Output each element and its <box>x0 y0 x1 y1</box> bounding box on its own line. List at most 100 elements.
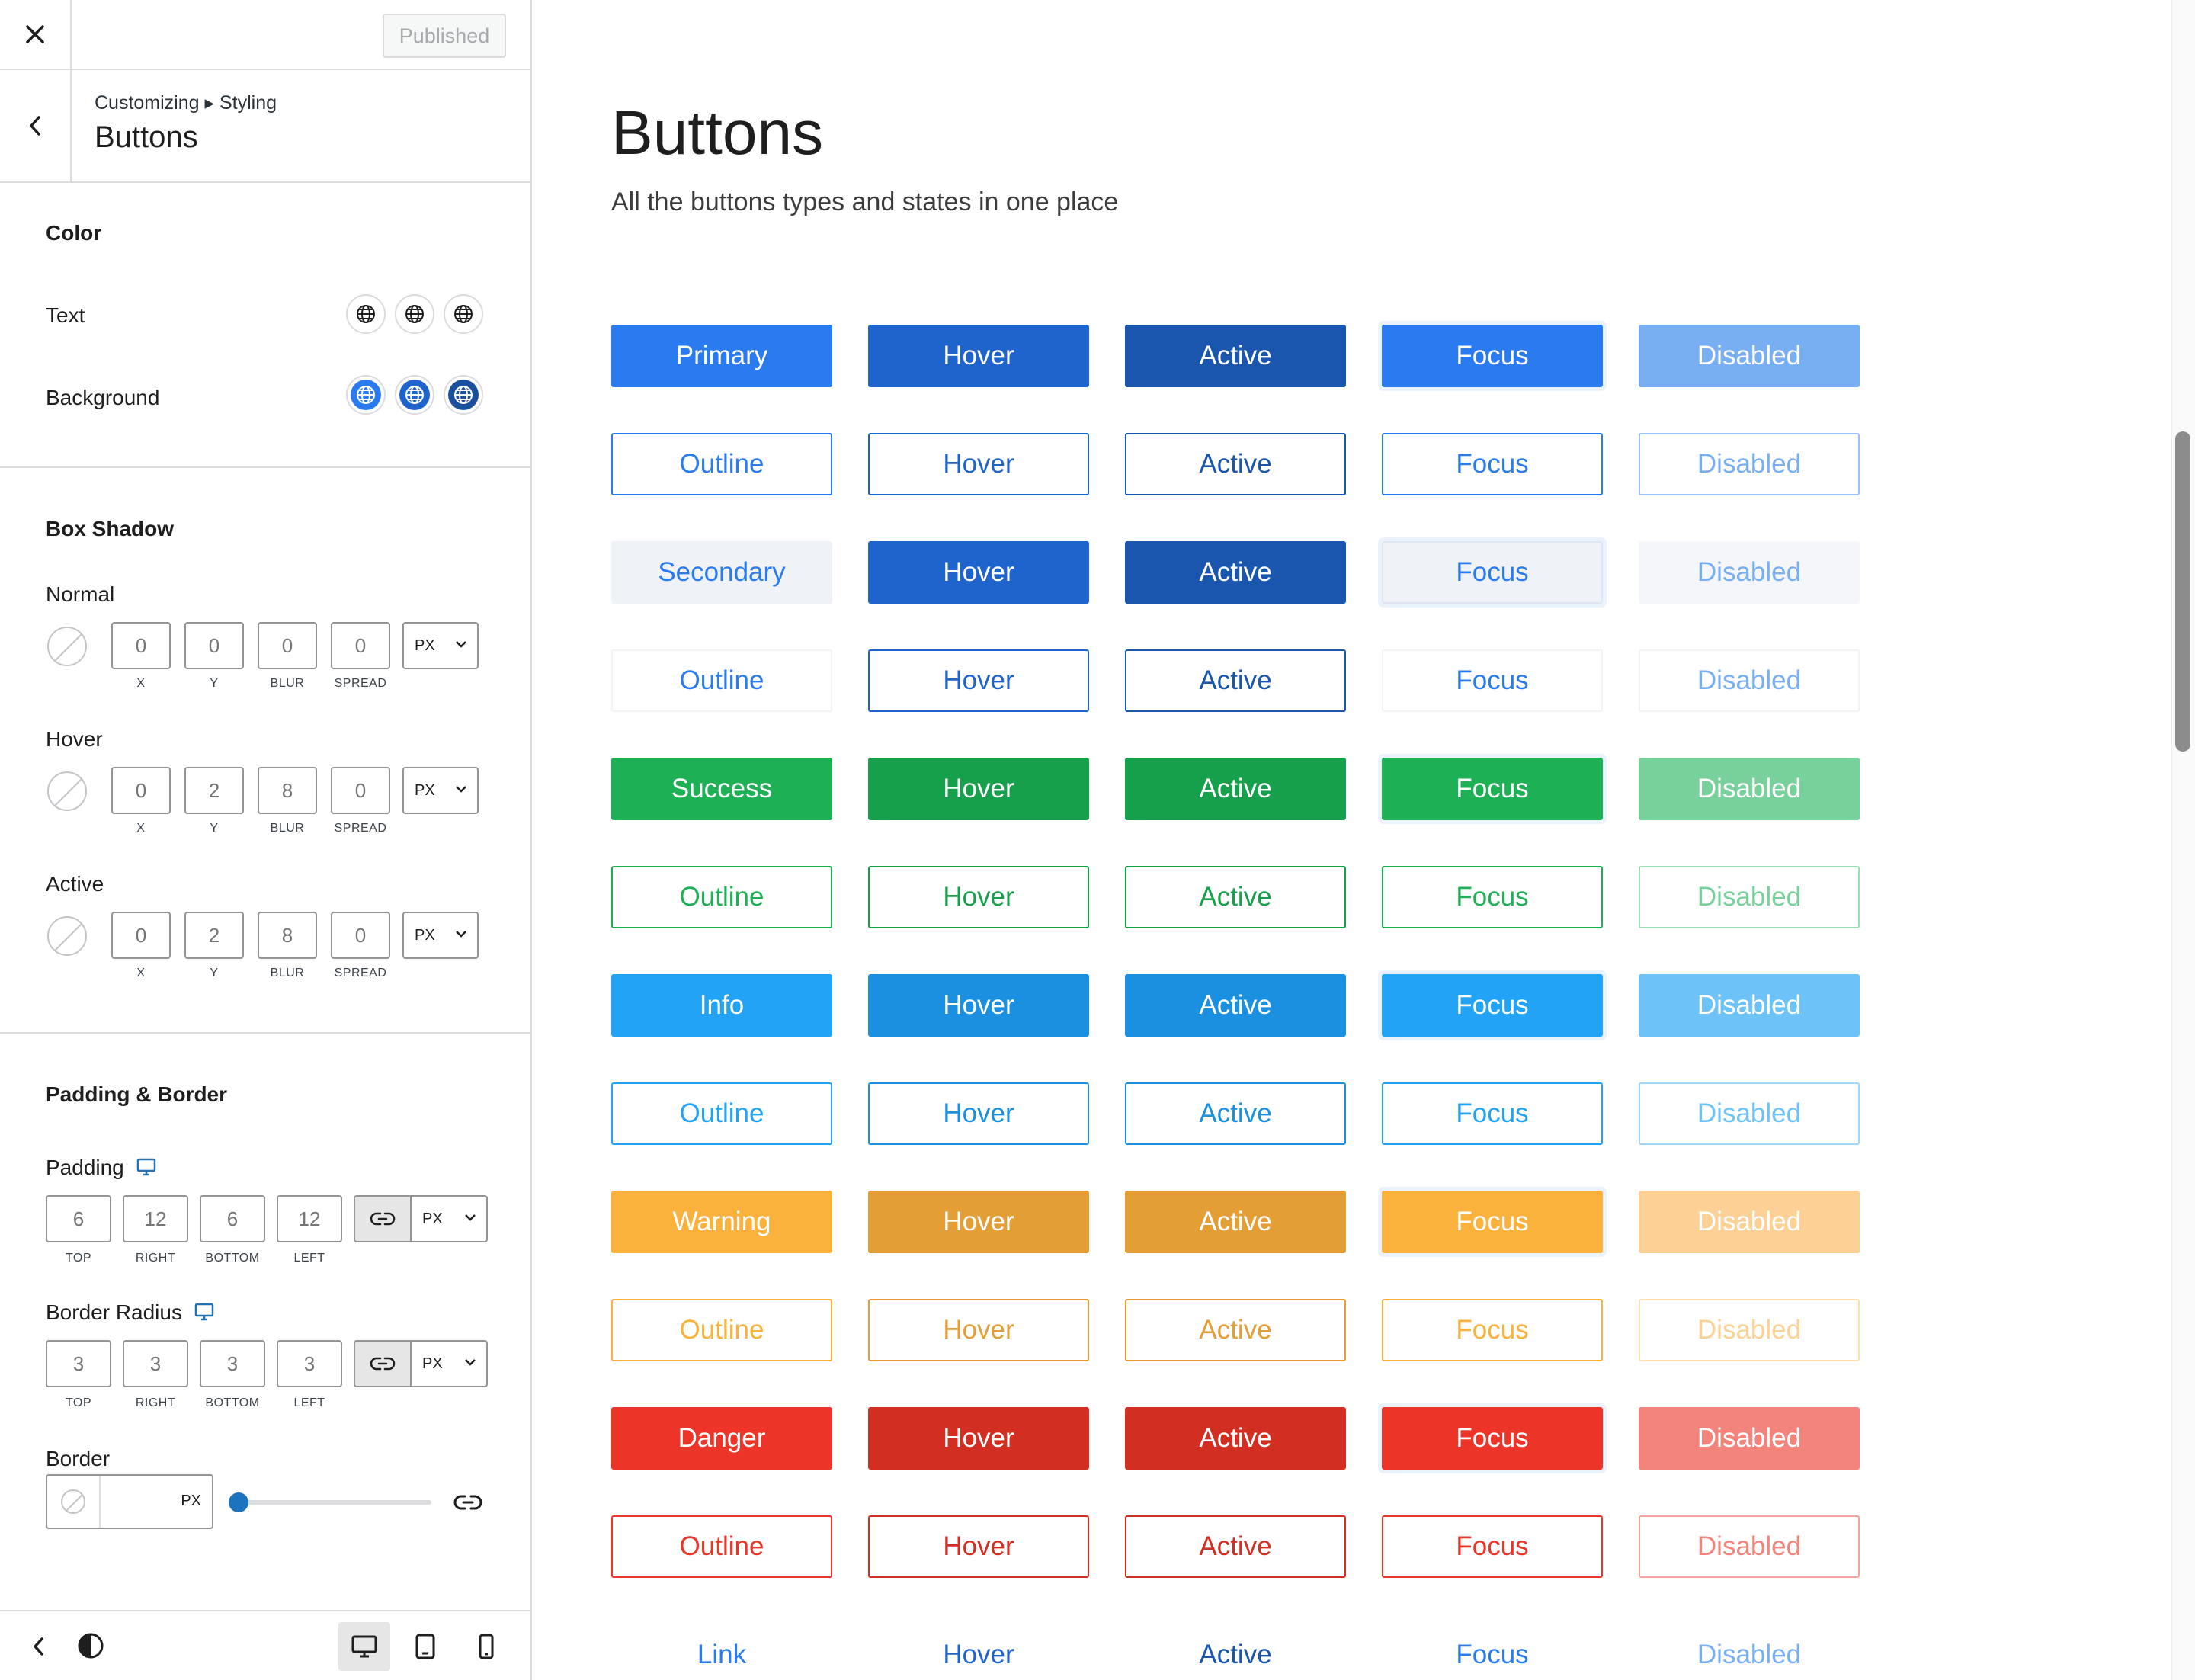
desktop-icon[interactable] <box>136 1158 156 1176</box>
preview-button-info-focus[interactable]: Focus <box>1382 974 1603 1037</box>
preview-button-success-disabled[interactable]: Disabled <box>1639 758 1860 820</box>
radius-right-input[interactable]: 3 <box>123 1340 188 1387</box>
preview-button-outline-outline[interactable]: Outline <box>611 649 832 712</box>
preview-button-secondary-hover[interactable]: Hover <box>868 541 1089 604</box>
radius-top-input[interactable]: 3 <box>46 1340 111 1387</box>
preview-button-primary-primary[interactable]: Primary <box>611 325 832 387</box>
padding-unit-select[interactable]: PX <box>412 1195 488 1242</box>
preview-button-outline-active[interactable]: Active <box>1125 866 1346 928</box>
shadow-color-picker[interactable] <box>47 916 87 956</box>
preview-button-outline-active[interactable]: Active <box>1125 1082 1346 1145</box>
preview-button-success-hover[interactable]: Hover <box>868 758 1089 820</box>
preview-button-outline-hover[interactable]: Hover <box>868 1515 1089 1578</box>
preview-button-secondary-secondary[interactable]: Secondary <box>611 541 832 604</box>
desktop-preview-button[interactable] <box>338 1622 390 1671</box>
slider-handle[interactable] <box>229 1492 248 1512</box>
preview-button-outline-hover[interactable]: Hover <box>868 866 1089 928</box>
preview-button-success-active[interactable]: Active <box>1125 758 1346 820</box>
preview-button-primary-focus[interactable]: Focus <box>1382 325 1603 387</box>
shadow-unit-select[interactable]: PX <box>402 767 479 814</box>
preview-button-info-info[interactable]: Info <box>611 974 832 1037</box>
preview-button-outline-disabled[interactable]: Disabled <box>1639 1515 1860 1578</box>
padding-right-input[interactable]: 12 <box>123 1195 188 1242</box>
preview-button-warning-active[interactable]: Active <box>1125 1191 1346 1253</box>
preview-button-outline-outline[interactable]: Outline <box>611 1515 832 1578</box>
preview-button-link-focus[interactable]: Focus <box>1382 1624 1603 1680</box>
mobile-preview-button[interactable] <box>460 1622 512 1671</box>
radius-link-values-button[interactable] <box>354 1340 412 1387</box>
link-icon[interactable] <box>453 1491 483 1514</box>
padding-link-values-button[interactable] <box>354 1195 412 1242</box>
preview-button-warning-disabled[interactable]: Disabled <box>1639 1191 1860 1253</box>
preview-button-outline-disabled[interactable]: Disabled <box>1639 649 1860 712</box>
preview-button-outline-outline[interactable]: Outline <box>611 1299 832 1361</box>
text-color-swatch-normal[interactable] <box>346 294 386 334</box>
preview-button-outline-active[interactable]: Active <box>1125 649 1346 712</box>
preview-button-info-active[interactable]: Active <box>1125 974 1346 1037</box>
padding-top-input[interactable]: 6 <box>46 1195 111 1242</box>
desktop-icon[interactable] <box>194 1303 214 1321</box>
shadow-spread-input[interactable]: 0 <box>331 622 390 669</box>
preview-button-outline-focus[interactable]: Focus <box>1382 1515 1603 1578</box>
contrast-icon[interactable] <box>76 1631 105 1660</box>
shadow-y-input[interactable]: 2 <box>184 767 244 814</box>
background-swatch-normal[interactable] <box>346 375 386 415</box>
preview-button-outline-focus[interactable]: Focus <box>1382 866 1603 928</box>
preview-button-danger-danger[interactable]: Danger <box>611 1407 832 1470</box>
preview-button-danger-disabled[interactable]: Disabled <box>1639 1407 1860 1470</box>
preview-button-outline-disabled[interactable]: Disabled <box>1639 1299 1860 1361</box>
preview-button-info-disabled[interactable]: Disabled <box>1639 974 1860 1037</box>
preview-button-warning-hover[interactable]: Hover <box>868 1191 1089 1253</box>
preview-button-outline-hover[interactable]: Hover <box>868 1299 1089 1361</box>
shadow-x-input[interactable]: 0 <box>111 912 171 959</box>
preview-button-primary-hover[interactable]: Hover <box>868 325 1089 387</box>
back-button[interactable] <box>0 70 72 181</box>
preview-button-outline-outline[interactable]: Outline <box>611 433 832 495</box>
preview-button-outline-active[interactable]: Active <box>1125 433 1346 495</box>
shadow-x-input[interactable]: 0 <box>111 622 171 669</box>
preview-button-outline-focus[interactable]: Focus <box>1382 1299 1603 1361</box>
shadow-y-input[interactable]: 0 <box>184 622 244 669</box>
preview-button-outline-hover[interactable]: Hover <box>868 433 1089 495</box>
preview-button-outline-disabled[interactable]: Disabled <box>1639 433 1860 495</box>
shadow-y-input[interactable]: 2 <box>184 912 244 959</box>
preview-button-outline-active[interactable]: Active <box>1125 1515 1346 1578</box>
background-swatch-hover[interactable] <box>395 375 434 415</box>
scrollbar-track[interactable] <box>2171 0 2195 1680</box>
preview-button-danger-active[interactable]: Active <box>1125 1407 1346 1470</box>
preview-button-outline-disabled[interactable]: Disabled <box>1639 866 1860 928</box>
shadow-unit-select[interactable]: PX <box>402 912 479 959</box>
radius-unit-select[interactable]: PX <box>412 1340 488 1387</box>
border-color-picker[interactable] <box>61 1489 85 1514</box>
background-swatch-active[interactable] <box>444 375 483 415</box>
shadow-x-input[interactable]: 0 <box>111 767 171 814</box>
preview-button-success-focus[interactable]: Focus <box>1382 758 1603 820</box>
padding-left-input[interactable]: 12 <box>277 1195 342 1242</box>
preview-button-primary-disabled[interactable]: Disabled <box>1639 325 1860 387</box>
preview-button-danger-hover[interactable]: Hover <box>868 1407 1089 1470</box>
shadow-unit-select[interactable]: PX <box>402 622 479 669</box>
text-color-swatch-active[interactable] <box>444 294 483 334</box>
preview-button-outline-hover[interactable]: Hover <box>868 1082 1089 1145</box>
radius-left-input[interactable]: 3 <box>277 1340 342 1387</box>
preview-button-warning-focus[interactable]: Focus <box>1382 1191 1603 1253</box>
border-unit[interactable]: PX <box>181 1492 201 1510</box>
scrollbar-thumb[interactable] <box>2175 431 2190 752</box>
preview-button-success-success[interactable]: Success <box>611 758 832 820</box>
preview-button-outline-hover[interactable]: Hover <box>868 649 1089 712</box>
shadow-color-picker[interactable] <box>47 771 87 811</box>
preview-button-outline-outline[interactable]: Outline <box>611 866 832 928</box>
preview-button-link-active[interactable]: Active <box>1125 1624 1346 1680</box>
text-color-swatch-hover[interactable] <box>395 294 434 334</box>
close-button[interactable] <box>0 0 72 69</box>
shadow-color-picker[interactable] <box>47 627 87 666</box>
shadow-spread-input[interactable]: 0 <box>331 767 390 814</box>
preview-button-link-disabled[interactable]: Disabled <box>1639 1624 1860 1680</box>
preview-button-secondary-active[interactable]: Active <box>1125 541 1346 604</box>
shadow-blur-input[interactable]: 8 <box>258 912 317 959</box>
tablet-preview-button[interactable] <box>399 1622 451 1671</box>
preview-button-outline-disabled[interactable]: Disabled <box>1639 1082 1860 1145</box>
collapse-icon[interactable] <box>30 1634 47 1659</box>
padding-bottom-input[interactable]: 6 <box>200 1195 265 1242</box>
preview-button-secondary-focus[interactable]: Focus <box>1382 541 1603 604</box>
